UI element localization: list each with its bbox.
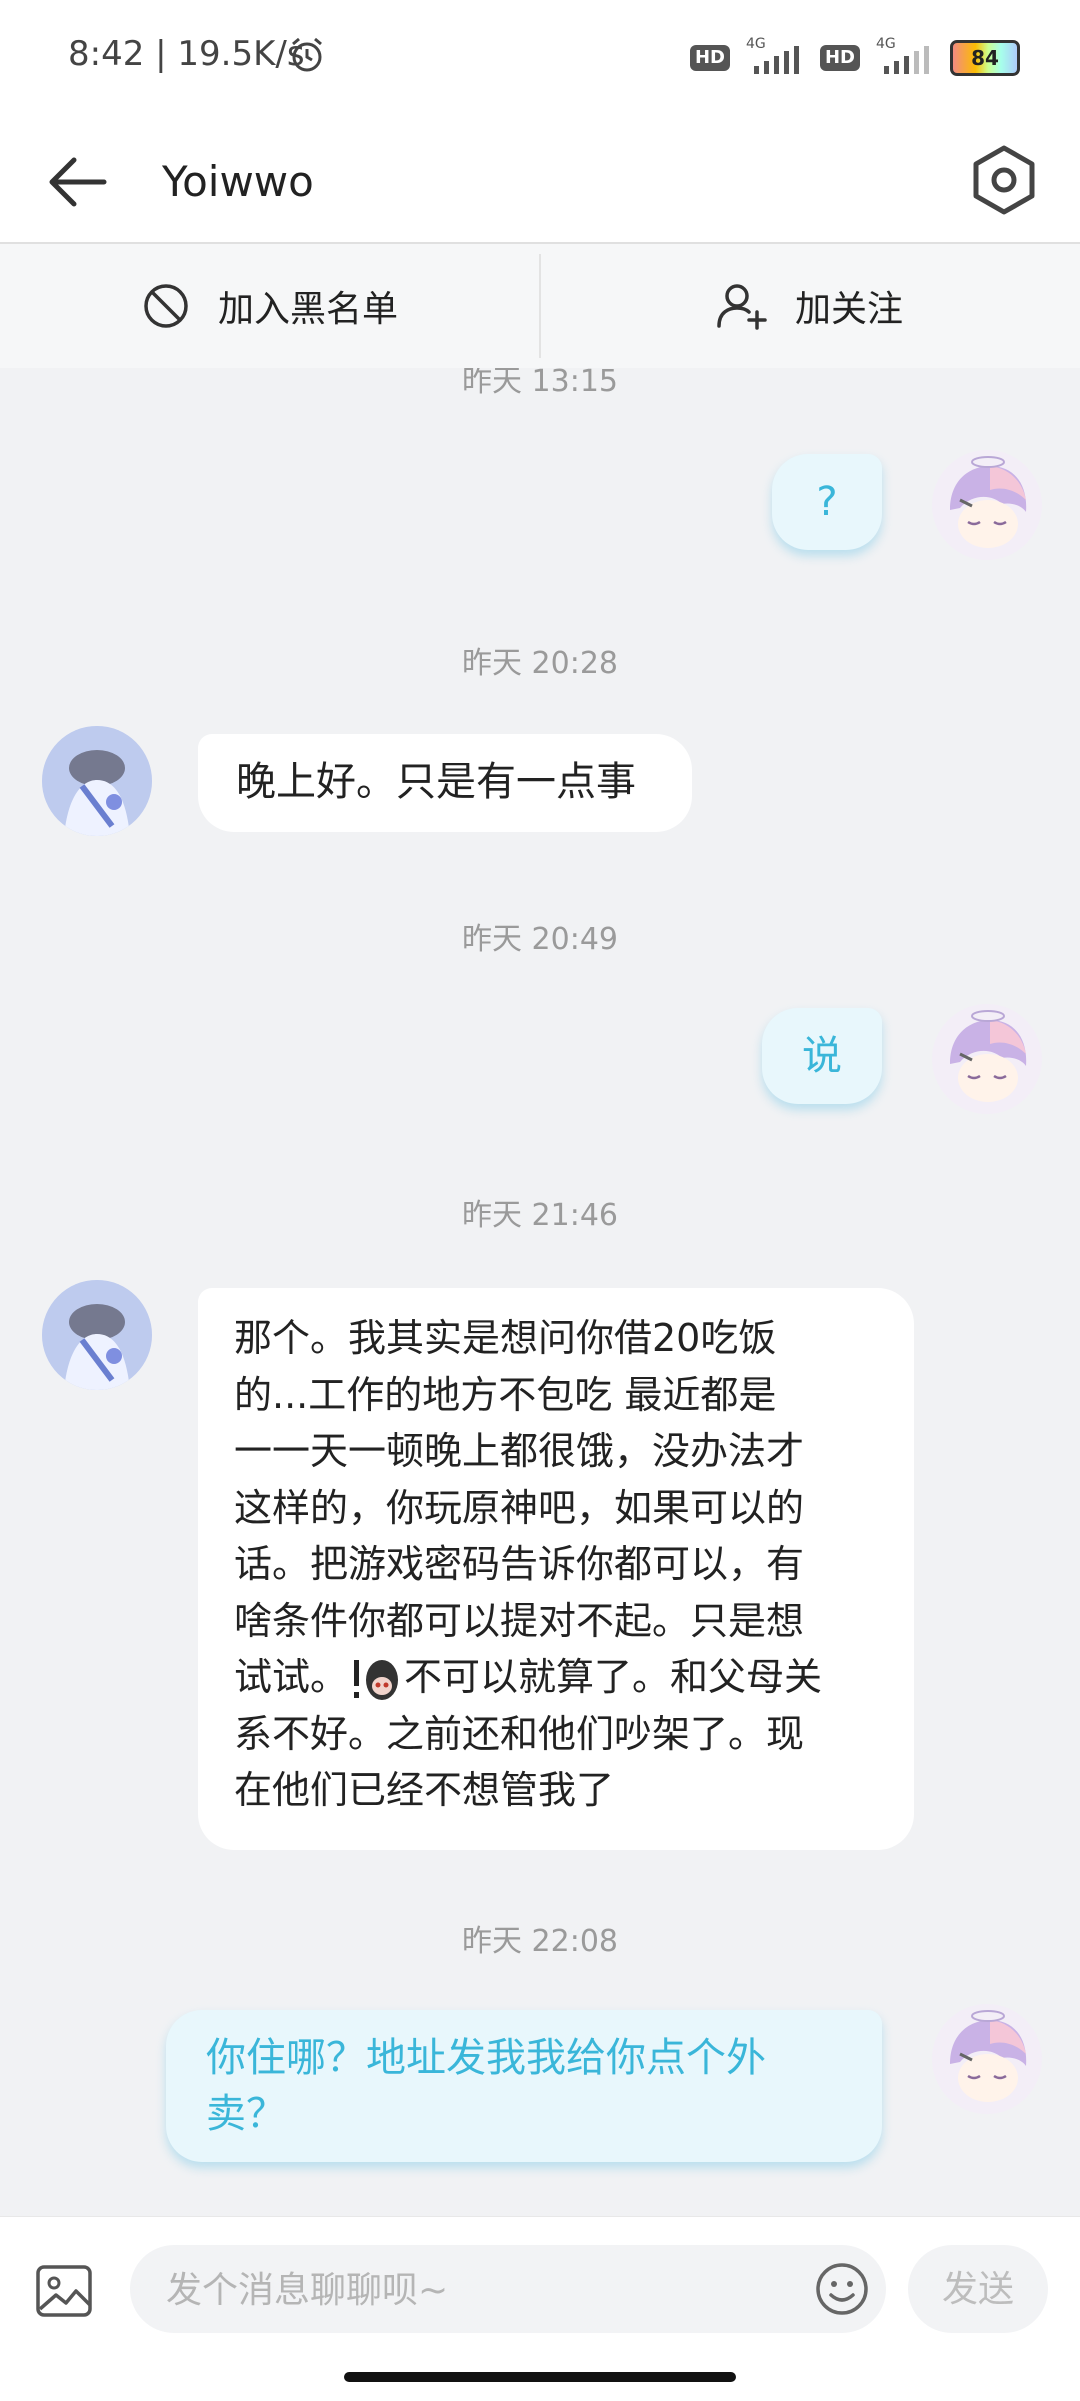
action-bar: 加入黑名单 加关注: [0, 244, 1080, 368]
follow-label: 加关注: [794, 289, 903, 330]
page-title: Yoiwwo: [162, 157, 314, 206]
timestamp: 昨天 22:08: [462, 1924, 618, 1959]
divider: [539, 254, 541, 358]
message-line: 一一天一顿晚上都很饿，没办法才: [234, 1429, 805, 1473]
message-line: 在他们已经不想管我了: [234, 1768, 615, 1812]
app-header: Yoiwwo: [0, 120, 1080, 244]
sent-message[interactable]: 说: [762, 1008, 882, 1104]
signal-icon-2: 4G: [870, 36, 940, 76]
battery-level: 84: [971, 46, 999, 70]
message-line: 这样的，你玩原神吧，如果可以的: [234, 1485, 805, 1530]
sent-message[interactable]: ?: [772, 454, 882, 550]
message-text: ?: [816, 479, 838, 525]
send-button[interactable]: 发送: [908, 2245, 1048, 2333]
message-line: 的...工作的地方不包吃 最近都是: [234, 1372, 777, 1417]
status-bar: 8:42 | 19.5K/s HD 4G HD 4G 84: [0, 0, 1080, 120]
home-indicator[interactable]: [344, 2372, 736, 2382]
alarm-icon: [292, 37, 322, 72]
hd-badge-1: HD: [689, 45, 730, 71]
signal-icon-1: 4G: [740, 36, 810, 76]
settings-hexagon-icon[interactable]: [964, 140, 1044, 220]
blacklist-button[interactable]: 加入黑名单: [0, 244, 540, 368]
follow-button[interactable]: 加关注: [540, 244, 1080, 368]
received-message[interactable]: 晚上好。只是有一点事: [198, 734, 692, 832]
my-avatar[interactable]: [932, 450, 1042, 560]
back-arrow-icon[interactable]: [44, 154, 110, 210]
blacklist-label: 加入黑名单: [217, 289, 398, 330]
my-avatar[interactable]: [932, 1004, 1042, 1114]
timestamp: 昨天 20:28: [462, 646, 618, 681]
received-message[interactable]: 那个。我其实是想问你借20吃饭 的...工作的地方不包吃 最近都是 一一天一顿晚…: [198, 1288, 914, 1850]
message-line: 系不好。之前还和他们吵架了。现: [234, 1711, 805, 1756]
timestamp: 昨天 20:49: [462, 922, 618, 957]
timestamp: 昨天 13:15: [462, 368, 618, 399]
message-line: 试试。 不可以就算了。和父母关: [234, 1649, 878, 1706]
message-line: 话。把游戏密码告诉你都可以，有: [234, 1542, 805, 1586]
message-input[interactable]: [164, 2245, 728, 2335]
my-avatar[interactable]: [932, 2004, 1042, 2114]
add-user-icon: [717, 284, 767, 330]
sticker-emoji-icon: [350, 1654, 402, 1706]
message-list[interactable]: 昨天 13:15 ? 昨天 20:28 晚上好。只是有一点事 昨天 20:49: [0, 368, 1080, 2216]
timestamp: 昨天 21:46: [462, 1198, 618, 1233]
message-text: 不可以就算了。和父母关: [404, 1655, 823, 1699]
contact-avatar[interactable]: [42, 1280, 152, 1390]
emoji-icon[interactable]: [814, 2261, 870, 2317]
message-line: 你住哪？地址发我我给你点个外: [206, 2035, 766, 2081]
battery-icon: 84: [950, 40, 1020, 76]
message-line: 啥条件你都可以提对不起。只是想: [234, 1598, 805, 1643]
block-icon: [144, 284, 188, 328]
status-time: 8:42 | 19.5K/s: [68, 34, 305, 74]
message-text: 说: [802, 1033, 842, 1079]
sent-message[interactable]: 你住哪？地址发我我给你点个外 卖？: [166, 2010, 882, 2162]
image-picker-icon[interactable]: [34, 2261, 94, 2321]
contact-avatar[interactable]: [42, 726, 152, 836]
message-line: 卖？: [206, 2091, 286, 2137]
message-line: 那个。我其实是想问你借20吃饭: [234, 1316, 777, 1360]
message-input-container: [130, 2245, 886, 2335]
message-text: 晚上好。只是有一点事: [236, 759, 636, 805]
hd-badge-2: HD: [819, 45, 860, 71]
message-text: 试试。: [234, 1655, 349, 1699]
